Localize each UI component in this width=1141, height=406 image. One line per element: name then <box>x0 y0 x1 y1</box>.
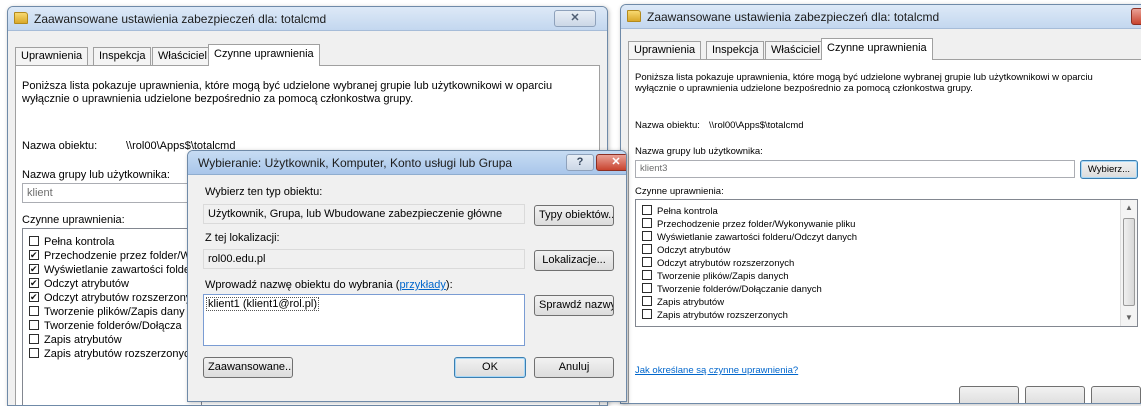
ok-button[interactable]: OK <box>454 357 526 378</box>
right-security-window: Zaawansowane ustawienia zabezpieczeń dla… <box>620 4 1141 404</box>
folder-icon <box>627 10 641 22</box>
location-value: rol00.edu.pl <box>203 249 525 269</box>
object-types-button[interactable]: Typy obiektów... <box>534 205 614 226</box>
permission-row[interactable]: Tworzenie plików/Zapis dany <box>29 306 185 320</box>
checkbox[interactable] <box>29 264 39 274</box>
permission-row[interactable]: Odczyt atrybutów rozszerzonych <box>642 257 794 271</box>
checkbox[interactable] <box>642 218 652 228</box>
object-type-value: Użytkownik, Grupa, lub Wbudowane zabezpi… <box>203 204 525 224</box>
right-window-title: Zaawansowane ustawienia zabezpieczeń dla… <box>647 10 940 24</box>
permissions-scrollbar[interactable]: ▲ ▼ <box>1120 200 1137 326</box>
permission-row[interactable]: Wyświetlanie zawartości folde <box>29 264 190 278</box>
checkbox[interactable] <box>642 244 652 254</box>
group-name-field[interactable]: klient <box>22 183 202 203</box>
scroll-up-icon[interactable]: ▲ <box>1121 200 1137 216</box>
checkbox[interactable] <box>29 250 39 260</box>
checkbox[interactable] <box>29 236 39 246</box>
effective-permissions-label: Czynne uprawnienia: <box>22 214 125 226</box>
close-icon[interactable]: ✕ <box>596 154 626 171</box>
checkbox[interactable] <box>642 205 652 215</box>
tab-permissions[interactable]: Uprawnienia <box>15 47 89 66</box>
close-icon[interactable]: ✕ <box>1131 8 1141 25</box>
permission-row[interactable]: Zapis atrybutów rozszerzonyc <box>29 348 190 362</box>
permission-row[interactable]: Przechodzenie przez folder/W <box>29 250 191 264</box>
permission-row[interactable]: Przechodzenie przez folder/Wykonywanie p… <box>642 218 855 232</box>
tab-auditing[interactable]: Inspekcja <box>706 41 765 60</box>
location-label: Z tej lokalizacji: <box>205 232 280 244</box>
right-description: Poniższa lista pokazuje uprawnienia, któ… <box>635 72 1093 94</box>
right-tab-strip: Uprawnienia Inspekcja Właściciel Czynne … <box>628 38 1140 60</box>
left-window-title: Zaawansowane ustawienia zabezpieczeń dla… <box>34 12 327 26</box>
permission-row[interactable]: Zapis atrybutów <box>642 296 724 310</box>
select-button[interactable]: Wybierz... <box>1080 160 1138 179</box>
tab-owner[interactable]: Właściciel <box>765 41 826 60</box>
tab-owner[interactable]: Właściciel <box>152 47 213 66</box>
permission-row[interactable]: Tworzenie folderów/Dołączanie danych <box>642 283 822 297</box>
tab-effective-permissions[interactable]: Czynne uprawnienia <box>208 44 320 66</box>
effective-permissions-label: Czynne uprawnienia: <box>635 186 724 197</box>
checkbox[interactable] <box>29 306 39 316</box>
scroll-down-icon[interactable]: ▼ <box>1121 310 1137 326</box>
permission-row[interactable]: Odczyt atrybutów rozszerzony <box>29 292 191 306</box>
bottom-button[interactable] <box>1091 386 1141 403</box>
bottom-button[interactable] <box>959 386 1019 403</box>
cancel-button[interactable]: Anuluj <box>534 357 614 378</box>
left-tab-strip: Uprawnienia Inspekcja Właściciel Czynne … <box>15 44 600 66</box>
advanced-button[interactable]: Zaawansowane... <box>203 357 293 378</box>
checkbox[interactable] <box>29 292 39 302</box>
select-users-dialog: Wybieranie: Użytkownik, Komputer, Konto … <box>187 150 627 402</box>
checkbox[interactable] <box>642 231 652 241</box>
permission-row[interactable]: Zapis atrybutów rozszerzonych <box>642 309 788 323</box>
object-name-value: \\rol00\Apps$\totalcmd <box>709 120 804 131</box>
bottom-button[interactable] <box>1025 386 1085 403</box>
permission-row[interactable]: Pełna kontrola <box>642 205 718 219</box>
checkbox[interactable] <box>29 348 39 358</box>
permission-row[interactable]: Zapis atrybutów <box>29 334 122 348</box>
checkbox[interactable] <box>29 320 39 330</box>
permission-row[interactable]: Odczyt atrybutów <box>29 278 129 292</box>
effective-permissions-help-link[interactable]: Jak określane są czynne uprawnienia? <box>635 365 798 376</box>
tab-effective-permissions[interactable]: Czynne uprawnienia <box>821 38 933 60</box>
checkbox[interactable] <box>642 283 652 293</box>
examples-link[interactable]: przykłady <box>399 279 445 291</box>
scroll-thumb[interactable] <box>1123 218 1135 306</box>
group-name-field[interactable]: klient3 <box>635 160 1075 178</box>
checkbox[interactable] <box>29 278 39 288</box>
object-name-label: Nazwa obiektu: <box>22 140 98 152</box>
checkbox[interactable] <box>29 334 39 344</box>
object-type-label: Wybierz ten typ obiektu: <box>205 186 323 198</box>
dialog-title-bar[interactable]: Wybieranie: Użytkownik, Komputer, Konto … <box>188 151 626 175</box>
checkbox[interactable] <box>642 270 652 280</box>
help-icon[interactable]: ? <box>566 154 594 171</box>
dialog-title: Wybieranie: Użytkownik, Komputer, Konto … <box>198 156 513 170</box>
permission-row[interactable]: Tworzenie plików/Zapis danych <box>642 270 788 284</box>
permission-row[interactable]: Tworzenie folderów/Dołącza <box>29 320 182 334</box>
checkbox[interactable] <box>642 309 652 319</box>
object-names-input[interactable]: klient1 (klient1@rol.pl) <box>203 294 525 346</box>
object-name-label: Nazwa obiektu: <box>635 120 700 131</box>
group-name-label: Nazwa grupy lub użytkownika: <box>22 169 170 181</box>
folder-icon <box>14 12 28 24</box>
check-names-button[interactable]: Sprawdź nazwy <box>534 295 614 316</box>
locations-button[interactable]: Lokalizacje... <box>534 250 614 271</box>
permissions-list[interactable]: Pełna kontrola Przechodzenie przez folde… <box>22 228 202 405</box>
right-tab-panel: Poniższa lista pokazuje uprawnienia, któ… <box>628 59 1141 403</box>
tab-auditing[interactable]: Inspekcja <box>93 47 152 66</box>
checkbox[interactable] <box>642 296 652 306</box>
group-name-label: Nazwa grupy lub użytkownika: <box>635 146 763 157</box>
left-title-bar[interactable]: Zaawansowane ustawienia zabezpieczeń dla… <box>8 7 607 31</box>
left-description: Poniższa lista pokazuje uprawnienia, któ… <box>22 80 553 105</box>
enter-names-label: Wprowadź nazwę obiektu do wybrania (przy… <box>205 279 453 291</box>
checkbox[interactable] <box>642 257 652 267</box>
entered-object-name: klient1 (klient1@rol.pl) <box>206 297 319 311</box>
permission-row[interactable]: Pełna kontrola <box>29 236 114 250</box>
permissions-list[interactable]: Pełna kontrola Przechodzenie przez folde… <box>635 199 1138 327</box>
permission-row[interactable]: Odczyt atrybutów <box>642 244 730 258</box>
right-title-bar[interactable]: Zaawansowane ustawienia zabezpieczeń dla… <box>621 5 1141 29</box>
permission-row[interactable]: Wyświetlanie zawartości folderu/Odczyt d… <box>642 231 857 245</box>
close-icon[interactable]: ✕ <box>554 10 596 27</box>
tab-permissions[interactable]: Uprawnienia <box>628 41 702 60</box>
